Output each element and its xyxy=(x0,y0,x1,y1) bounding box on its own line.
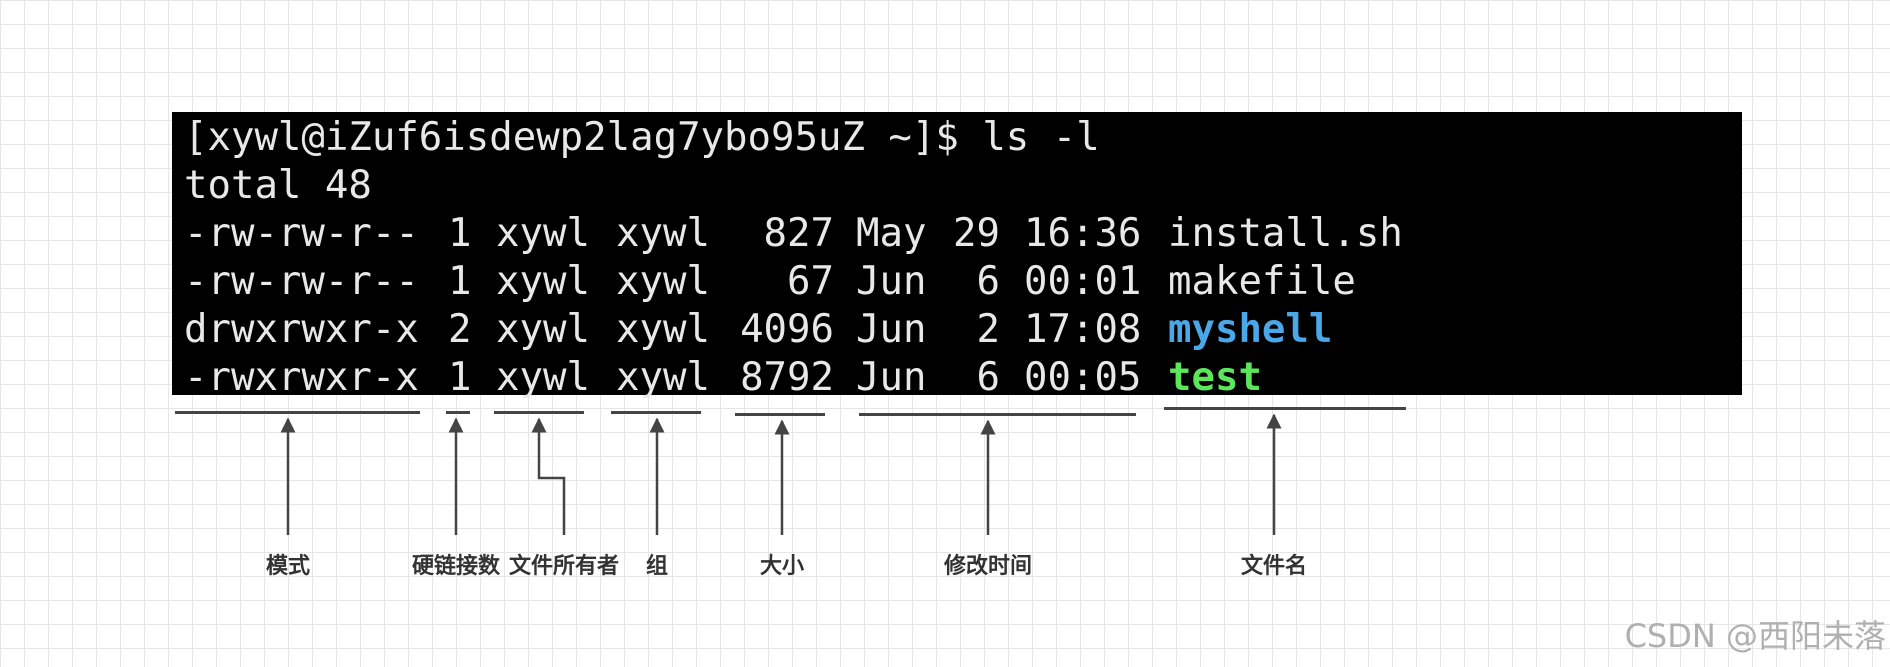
mode-label: 模式 xyxy=(265,554,311,579)
owner-arrow xyxy=(531,417,566,535)
group-label: 组 xyxy=(645,554,669,579)
mtime-label: 修改时间 xyxy=(943,554,1033,579)
size-label: 大小 xyxy=(759,554,805,579)
watermark: CSDN @西阳未落 xyxy=(1624,617,1886,655)
owner-label: 文件所有者 xyxy=(508,554,620,579)
hard-links-label: 硬链接数 xyxy=(411,554,501,579)
filename-label: 文件名 xyxy=(1240,554,1308,579)
